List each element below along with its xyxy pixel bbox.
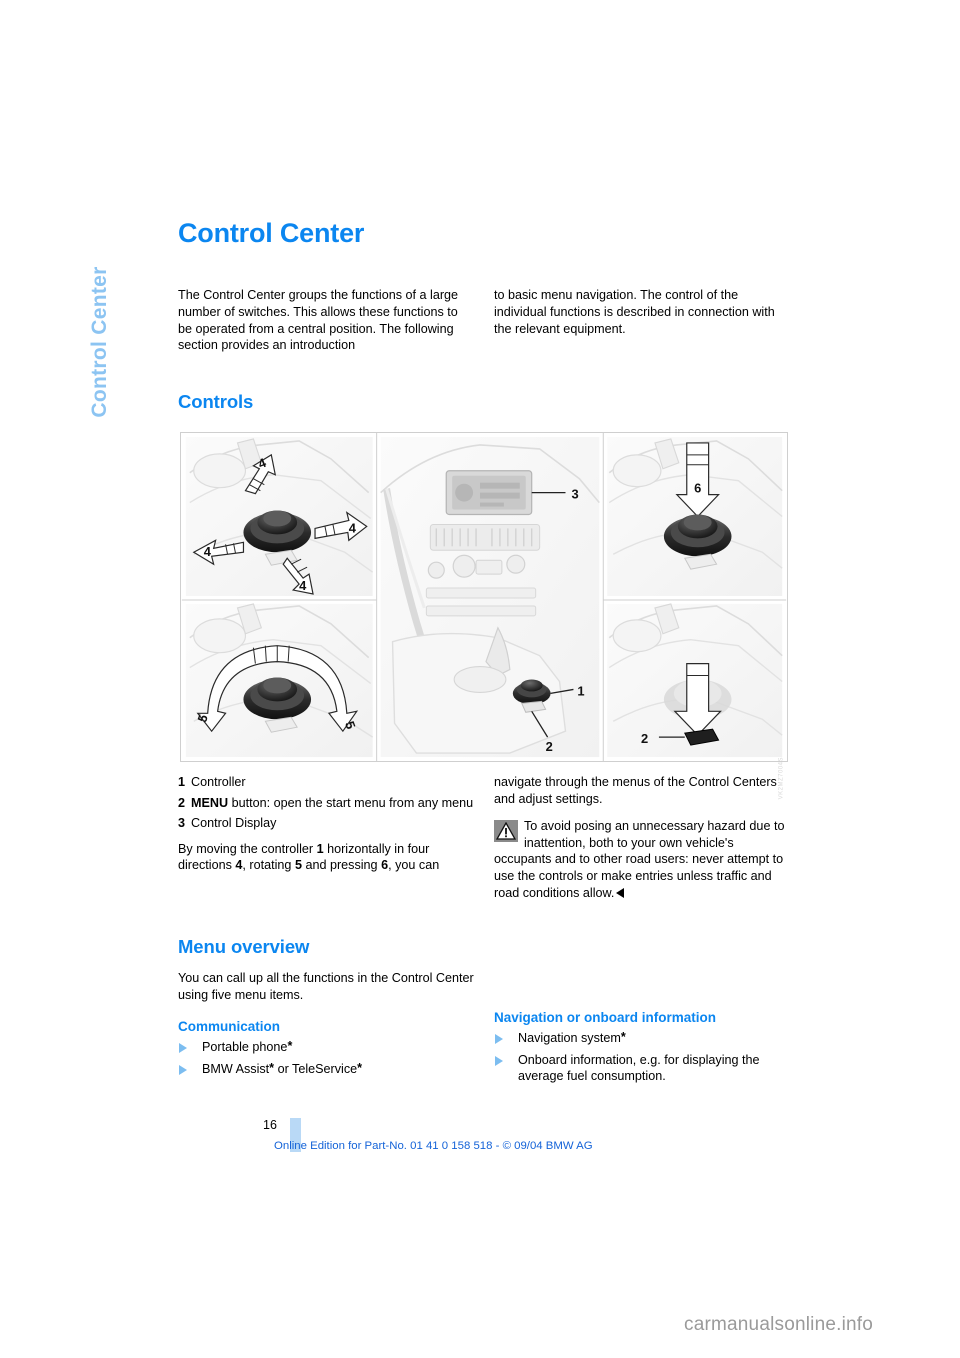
edition-notice: Online Edition for Part-No. 01 41 0 158 … [274, 1140, 593, 1152]
legend-right-column: navigate through the menus of the Contro… [494, 774, 790, 901]
usage-part-5: , you can [388, 858, 440, 873]
legend-number: 2 [178, 795, 186, 810]
list-item-label: BMW Assist [202, 1061, 270, 1076]
svg-text:4: 4 [204, 544, 212, 559]
warning-note: To avoid posing an unnecessary hazard du… [494, 818, 790, 901]
page-footer: 16 Online Edition for Part-No. 01 41 0 1… [178, 1118, 798, 1158]
list-item: BMW Assist* or TeleService* [178, 1061, 474, 1078]
manual-page: Control Center Control Center The Contro… [0, 0, 960, 1358]
intro-columns: The Control Center groups the functions … [178, 287, 790, 365]
list-item: Navigation system* [494, 1030, 790, 1047]
legend-row-3: 3 Control Display [178, 815, 474, 832]
usage-part-4: and pressing [301, 858, 382, 873]
legend-columns: 1 Controller 2 MENU button: open the sta… [178, 774, 790, 901]
illustration-svg: 4 4 4 4 5 5 3 1 2 6 2 [181, 433, 787, 761]
warning-text: To avoid posing an unnecessary hazard du… [494, 819, 785, 900]
site-watermark: carmanualsonline.info [684, 1314, 874, 1335]
menu-overview-columns: You can call up all the functions in the… [178, 970, 790, 1090]
list-item-label: Portable phone [202, 1040, 288, 1055]
menu-overview-left: You can call up all the functions in the… [178, 970, 474, 1090]
legend-text-rest: button: open the start menu from any men… [228, 795, 474, 810]
usage-part-1: By moving the controller [178, 841, 317, 856]
intro-right-text: to basic menu navigation. The control of… [494, 288, 775, 336]
chapter-tab: Control Center [78, 222, 122, 462]
end-of-note-marker [616, 887, 625, 898]
panel-dashboard: 3 1 2 [380, 436, 600, 758]
list-item-text: Portable phone* [202, 1039, 474, 1056]
section-heading-controls: Controls [178, 391, 254, 413]
page-title: Control Center [178, 218, 365, 248]
triangle-bullet-icon [494, 1052, 518, 1085]
svg-text:6: 6 [694, 481, 701, 496]
list-item-text: BMW Assist* or TeleService* [202, 1061, 474, 1078]
below-figure-content: 1 Controller 2 MENU button: open the sta… [178, 774, 790, 901]
svg-text:4: 4 [349, 520, 357, 535]
triangle-bullet-icon [494, 1030, 518, 1047]
usage-ref-5: 5 [294, 858, 302, 873]
subheading-communication: Communication [178, 1019, 281, 1035]
list-item-label-2: or TeleService [274, 1061, 358, 1076]
warning-triangle-icon [494, 820, 518, 843]
legend-left-column: 1 Controller 2 MENU button: open the sta… [178, 774, 474, 901]
usage-part-3: , rotating [242, 858, 295, 873]
chapter-tab-label: Control Center [88, 266, 111, 418]
panel-menu-button: 2 [607, 603, 783, 758]
list-item-text: Onboard information, e.g. for displaying… [518, 1052, 790, 1085]
triangle-bullet-icon [178, 1061, 202, 1078]
callout-2: 2 [546, 739, 553, 754]
triangle-bullet-icon [178, 1039, 202, 1056]
panel-rotate: 5 5 [185, 603, 374, 758]
callout-2b: 2 [641, 731, 648, 746]
legend-number: 3 [178, 816, 186, 831]
communication-list: Portable phone* BMW Assist* or TeleServi… [178, 1039, 474, 1077]
list-item-label: Navigation system [518, 1031, 621, 1045]
legend-text: Controller [191, 775, 246, 789]
list-item: Portable phone* [178, 1039, 474, 1056]
legend-row-2: 2 MENU button: open the start menu from … [178, 795, 474, 812]
legend-text: MENU button: open the start menu from an… [191, 795, 474, 812]
optional-equipment-asterisk: * [620, 1030, 626, 1044]
optional-equipment-asterisk-2: * [357, 1060, 363, 1075]
list-item-text: Navigation system* [518, 1030, 790, 1047]
legend-number: 1 [178, 775, 186, 789]
menu-overview-section: Menu overview You can call up all the fu… [178, 936, 790, 1090]
menu-overview-intro: You can call up all the functions in the… [178, 971, 474, 1002]
page-content: Control Center The Control Center groups… [178, 218, 790, 425]
intro-left-text: The Control Center groups the functions … [178, 288, 459, 353]
subheading-navigation: Navigation or onboard information [494, 1010, 716, 1025]
controller-usage-paragraph: By moving the controller 1 horizontally … [178, 841, 474, 874]
legend-text: Control Display [191, 816, 277, 831]
list-item: Onboard information, e.g. for displaying… [494, 1052, 790, 1085]
svg-text:4: 4 [299, 578, 307, 593]
optional-equipment-asterisk: * [287, 1039, 293, 1054]
legend-row-1: 1 Controller [178, 774, 474, 791]
intro-right-column: to basic menu navigation. The control of… [494, 287, 790, 365]
menu-button-label: MENU [191, 795, 229, 810]
list-item-label: Onboard information, e.g. for displaying… [518, 1052, 760, 1084]
warning-icon-shape [496, 822, 516, 840]
section-heading-menu-overview: Menu overview [178, 936, 310, 957]
intro-left-column: The Control Center groups the functions … [178, 287, 474, 365]
panel-press: 6 [607, 436, 783, 597]
panel-four-directions: 4 4 4 4 [185, 436, 374, 597]
controls-illustration: 4 4 4 4 5 5 3 1 2 6 2 VK2MZ7004S [180, 432, 788, 799]
navigation-list: Navigation system* Onboard information, … [494, 1030, 790, 1085]
page-number: 16 [263, 1118, 277, 1132]
callout-1: 1 [577, 683, 584, 698]
controller-usage-continued: navigate through the menus of the Contro… [494, 775, 777, 806]
usage-ref-1: 1 [316, 841, 324, 856]
menu-overview-right: Navigation or onboard information Naviga… [494, 970, 790, 1090]
optional-equipment-asterisk: * [269, 1060, 275, 1075]
callout-3: 3 [571, 487, 578, 502]
